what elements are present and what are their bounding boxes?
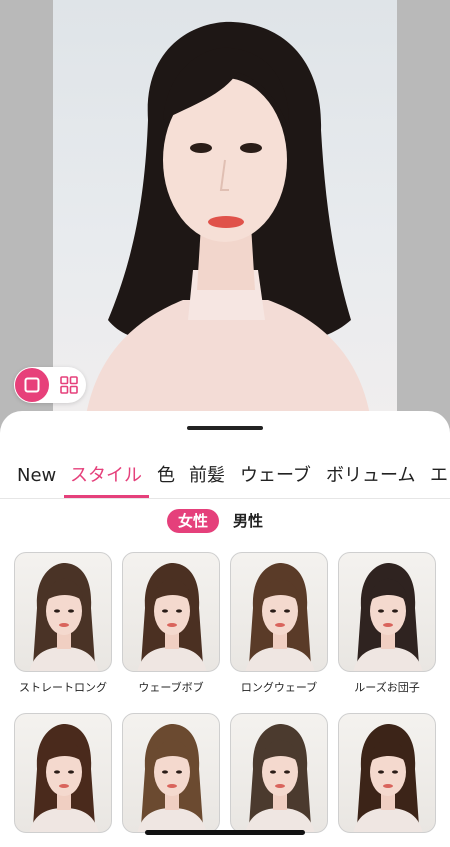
tab-wave[interactable]: ウェーブ <box>240 461 311 497</box>
portrait-photo <box>53 0 397 440</box>
view-mode-toggle[interactable] <box>14 367 86 403</box>
style-thumbnail <box>29 724 99 832</box>
portrait-illustration <box>83 21 373 440</box>
style-card-label: ストレートロング <box>19 681 107 694</box>
tab-style[interactable]: スタイル <box>70 461 142 497</box>
style-thumbnail <box>245 724 315 832</box>
style-card-label: ウェーブボブ <box>138 681 204 694</box>
tab-bangs[interactable]: 前髪 <box>189 461 225 497</box>
style-thumbnail <box>137 724 207 832</box>
style-card[interactable] <box>122 713 220 833</box>
tab-more[interactable]: エ <box>430 461 448 497</box>
style-thumbnail <box>137 563 207 671</box>
style-card-label: ロングウェーブ <box>240 681 318 694</box>
single-view-button[interactable] <box>15 368 49 402</box>
style-card[interactable] <box>14 713 112 833</box>
sheet-drag-handle[interactable] <box>187 426 263 430</box>
style-card[interactable] <box>338 552 436 672</box>
tab-color[interactable]: 色 <box>157 461 175 497</box>
tab-volume[interactable]: ボリューム <box>326 461 415 497</box>
style-card[interactable] <box>230 713 328 833</box>
square-icon <box>24 377 40 393</box>
grid-view-button[interactable] <box>54 368 84 402</box>
style-thumbnail <box>245 563 315 671</box>
style-bottom-sheet: New スタイル 色 前髪 ウェーブ ボリューム エ 女性 男性 ストレートロン… <box>0 411 450 847</box>
photo-preview-area <box>0 0 450 440</box>
style-card[interactable] <box>14 552 112 672</box>
category-tabs: New スタイル 色 前髪 ウェーブ ボリューム エ <box>0 461 450 497</box>
style-card[interactable] <box>230 552 328 672</box>
gender-switch: 女性 男性 <box>0 509 450 533</box>
gender-male-button[interactable]: 男性 <box>233 509 263 533</box>
style-thumbnail <box>29 563 99 671</box>
gender-female-button[interactable]: 女性 <box>167 509 219 533</box>
style-thumbnail <box>353 724 423 832</box>
style-card[interactable] <box>122 552 220 672</box>
tabs-divider <box>0 498 450 499</box>
tab-new[interactable]: New <box>17 461 56 497</box>
home-indicator <box>145 830 305 835</box>
style-card[interactable] <box>338 713 436 833</box>
grid-icon <box>60 376 78 394</box>
style-thumbnail <box>353 563 423 671</box>
style-card-label: ルーズお団子 <box>354 681 420 694</box>
